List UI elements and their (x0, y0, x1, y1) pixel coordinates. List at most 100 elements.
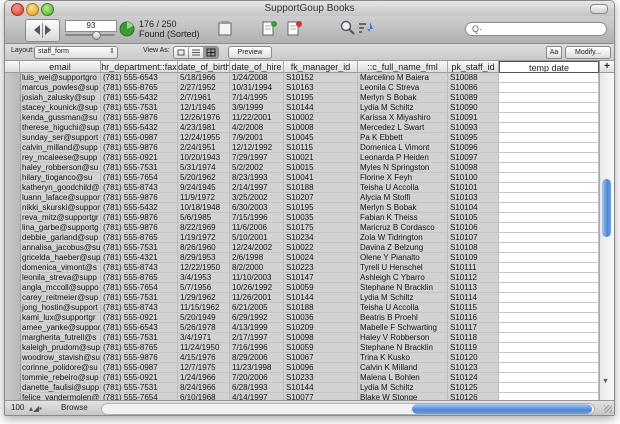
table-cell[interactable]: Tyrell U Henschel (358, 263, 448, 273)
table-cell[interactable]: Teisha U Accolla (358, 183, 448, 193)
table-cell[interactable]: (781) 555-6543 (101, 73, 178, 83)
table-cell[interactable]: S10117 (448, 323, 499, 333)
font-size-button[interactable]: Aa (546, 46, 562, 59)
table-cell[interactable]: Teisha U Accolla (358, 303, 448, 313)
table-cell[interactable]: kami_lux@supportgr (20, 313, 101, 323)
table-cell[interactable]: (781) 555-8765 (101, 83, 178, 93)
table-cell[interactable]: Mercedez L Swart (358, 123, 448, 133)
column-header[interactable]: ::c_full_name_fml (358, 61, 448, 73)
table-cell[interactable] (499, 123, 599, 133)
table-cell[interactable]: 10/31/1994 (230, 83, 284, 93)
zoom-level[interactable]: 100 (11, 403, 24, 412)
table-cell[interactable]: Trina K Kusko (358, 353, 448, 363)
table-cell[interactable]: 2/17/1997 (230, 333, 284, 343)
column-header[interactable]: fk_manager_id (284, 61, 358, 73)
table-cell[interactable]: Davina Z Belzung (358, 243, 448, 253)
table-cell[interactable]: S10188 (284, 303, 358, 313)
table-cell[interactable]: S10059 (284, 343, 358, 353)
table-cell[interactable]: kenda_gussman@su (20, 113, 101, 123)
table-cell[interactable]: 7/9/2001 (230, 133, 284, 143)
table-cell[interactable]: 1/29/1962 (178, 293, 230, 303)
table-cell[interactable]: (781) 555-7654 (101, 283, 178, 293)
table-row[interactable]: lina_garbe@supportg (781) 555-9876 8/22/19… (5, 223, 599, 233)
table-cell[interactable]: S10109 (448, 253, 499, 263)
table-row[interactable]: hilary_tioganco@su (781) 555-7654 5/20/196… (5, 173, 599, 183)
column-header[interactable]: email (20, 61, 101, 73)
table-cell[interactable]: S10147 (284, 273, 358, 283)
modify-button[interactable]: Modify... (565, 46, 611, 59)
table-cell[interactable]: S10108 (448, 243, 499, 253)
table-cell[interactable]: jong_hostin@support (20, 303, 101, 313)
table-cell[interactable]: carey_reitmeier@sup (20, 293, 101, 303)
record-number-field[interactable]: 93 (65, 20, 117, 32)
table-cell[interactable] (499, 133, 599, 143)
quick-find-field[interactable]: Q· (465, 22, 607, 36)
table-cell[interactable]: 12/12/1992 (230, 143, 284, 153)
table-cell[interactable]: S10116 (448, 313, 499, 323)
table-cell[interactable]: 4/13/1999 (230, 323, 284, 333)
table-cell[interactable]: (781) 555-9876 (101, 223, 178, 233)
table-cell[interactable]: 6/28/1993 (230, 383, 284, 393)
table-cell[interactable]: (781) 555-0921 (101, 153, 178, 163)
table-cell[interactable]: Fabian K Theiss (358, 213, 448, 223)
record-slider[interactable] (65, 31, 115, 40)
table-cell[interactable] (499, 163, 599, 173)
table-cell[interactable]: (781) 555-6543 (101, 323, 178, 333)
table-cell[interactable]: reva_mitz@supportgr (20, 213, 101, 223)
zoom-window-button[interactable] (41, 3, 54, 16)
table-cell[interactable]: 5/18/1966 (178, 73, 230, 83)
table-cell[interactable]: S10118 (448, 333, 499, 343)
table-cell[interactable] (499, 143, 599, 153)
table-cell[interactable]: 11/23/1998 (230, 363, 284, 373)
table-cell[interactable]: (781) 555-5432 (101, 93, 178, 103)
table-cell[interactable]: S10207 (284, 193, 358, 203)
table-cell[interactable]: 12/26/1976 (178, 113, 230, 123)
table-cell[interactable]: 5/26/1978 (178, 323, 230, 333)
table-cell[interactable]: (781) 555-8765 (101, 343, 178, 353)
table-cell[interactable] (499, 223, 599, 233)
table-cell[interactable]: S10008 (284, 123, 358, 133)
table-cell[interactable] (499, 373, 599, 383)
table-cell[interactable]: katheryn_goodchild@ (20, 183, 101, 193)
table-cell[interactable]: S10175 (284, 223, 358, 233)
table-row[interactable]: amee_yanke@suppor (781) 555-6543 5/26/1978… (5, 323, 599, 333)
table-cell[interactable] (499, 113, 599, 123)
vertical-scrollbar[interactable]: ▲ ▼ (599, 61, 614, 400)
table-cell[interactable]: S10059 (284, 283, 358, 293)
table-row[interactable]: gricelda_haeber@sup (781) 555-4321 8/29/19… (5, 253, 599, 263)
table-cell[interactable] (499, 213, 599, 223)
table-cell[interactable] (499, 333, 599, 343)
table-cell[interactable]: Mabelle F Schwarting (358, 323, 448, 333)
horizontal-scrollbar[interactable] (101, 403, 595, 415)
table-cell[interactable]: (781) 555-8743 (101, 183, 178, 193)
table-cell[interactable]: S10035 (284, 213, 358, 223)
table-cell[interactable]: 8/23/1993 (230, 173, 284, 183)
table-cell[interactable]: S10103 (448, 193, 499, 203)
table-cell[interactable]: S10105 (448, 213, 499, 223)
table-cell[interactable]: Maricruz B Cordasco (358, 223, 448, 233)
table-cell[interactable]: angla_mccoll@suppo (20, 283, 101, 293)
table-cell[interactable]: stacey_kounick@sup (20, 103, 101, 113)
table-cell[interactable]: corinne_polidore@su (20, 363, 101, 373)
table-cell[interactable]: S10100 (448, 173, 499, 183)
table-cell[interactable]: 7/15/1996 (230, 213, 284, 223)
record-book-control[interactable] (25, 19, 60, 42)
table-row[interactable]: therese_higuchi@sup (781) 555-5432 4/23/19… (5, 123, 599, 133)
table-cell[interactable]: 12/24/1955 (178, 133, 230, 143)
table-cell[interactable]: domenica_vimont@s (20, 263, 101, 273)
table-cell[interactable]: 2/6/1998 (230, 253, 284, 263)
close-window-button[interactable] (11, 3, 24, 16)
table-cell[interactable]: nikki_skurski@suppor (20, 203, 101, 213)
table-row[interactable]: stacey_kounick@sup (781) 555-7531 12/1/194… (5, 103, 599, 113)
table-cell[interactable]: S10111 (448, 263, 499, 273)
sort-icon[interactable] (358, 20, 374, 36)
table-cell[interactable]: marcus_powles@sup (20, 83, 101, 93)
table-cell[interactable]: tommie_rebeiro@sup (20, 373, 101, 383)
table-cell[interactable]: 11/9/1972 (178, 193, 230, 203)
table-cell[interactable]: S10041 (284, 173, 358, 183)
table-cell[interactable]: 8/29/2006 (230, 353, 284, 363)
table-cell[interactable]: (781) 555-9876 (101, 193, 178, 203)
resize-grip-icon[interactable] (604, 405, 612, 413)
table-cell[interactable]: calvin_milland@supp (20, 143, 101, 153)
table-cell[interactable]: 5/7/1956 (178, 283, 230, 293)
